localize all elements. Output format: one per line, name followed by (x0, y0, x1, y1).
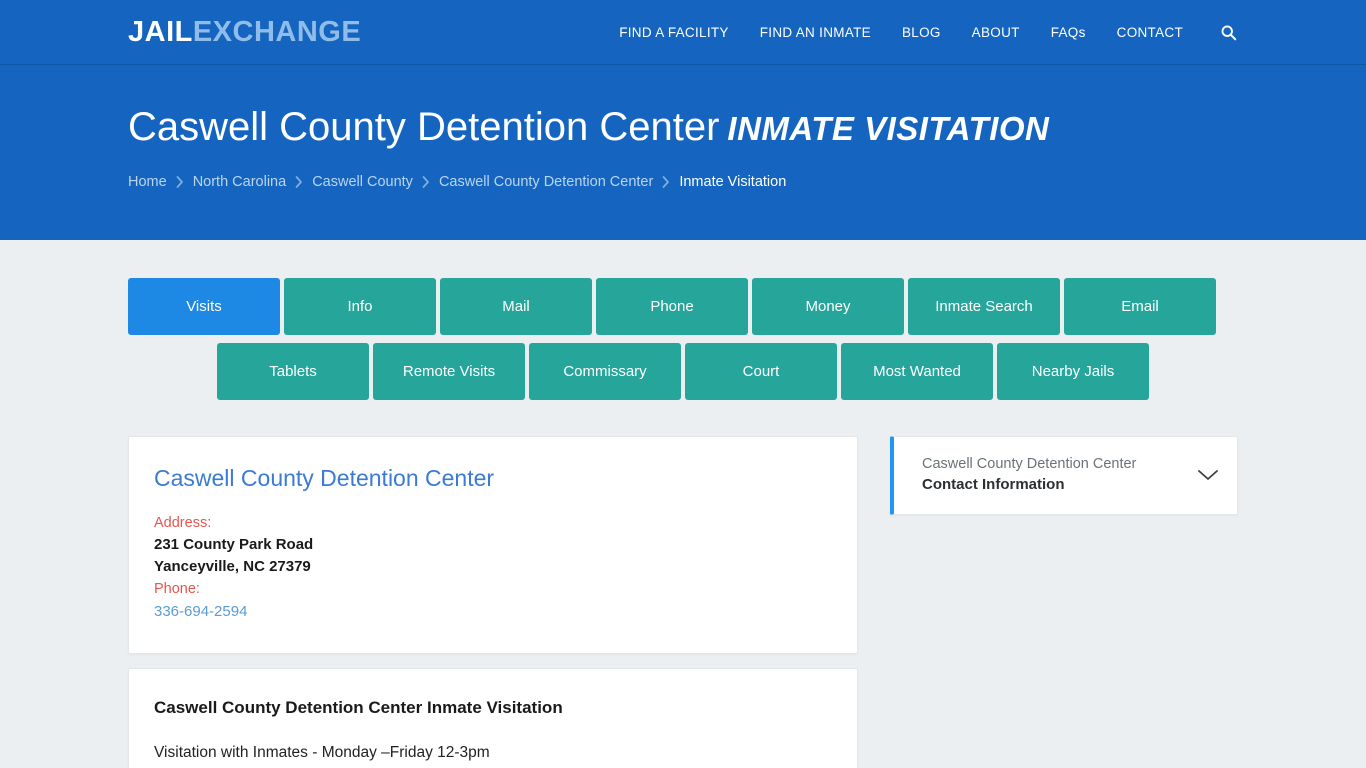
content-sidebar-column: Caswell County Detention Center Contact … (890, 436, 1238, 515)
contact-information-accordion[interactable]: Caswell County Detention Center Contact … (890, 436, 1238, 515)
nav-item-contact[interactable]: CONTACT (1117, 25, 1183, 40)
tab-phone[interactable]: Phone (596, 278, 748, 335)
breadcrumb-item-home[interactable]: Home (128, 174, 167, 190)
logo-text-primary: JAIL (128, 16, 193, 48)
tab-visits[interactable]: Visits (128, 278, 280, 335)
breadcrumb-item-caswell-county[interactable]: Caswell County (312, 174, 413, 190)
tab-info[interactable]: Info (284, 278, 436, 335)
page-title-section: INMATE VISITATION (727, 110, 1050, 147)
tab-nearby-jails[interactable]: Nearby Jails (997, 343, 1149, 400)
address-label: Address: (154, 514, 212, 531)
accordion-facility-name: Caswell County Detention Center (922, 456, 1137, 472)
tab-commissary[interactable]: Commissary (529, 343, 681, 400)
nav-item-about[interactable]: ABOUT (972, 25, 1020, 40)
chevron-right-icon (176, 176, 184, 188)
address-line-2: Yanceyville, NC 27379 (154, 558, 311, 576)
tab-money[interactable]: Money (752, 278, 904, 335)
chevron-down-icon[interactable] (1197, 468, 1219, 482)
nav-item-blog[interactable]: BLOG (902, 25, 941, 40)
breadcrumb: Home North Carolina Caswell County Caswe… (128, 174, 1238, 190)
accordion-label-group: Caswell County Detention Center Contact … (922, 455, 1136, 495)
nav-item-find-a-facility[interactable]: FIND A FACILITY (619, 25, 729, 40)
tab-remote-visits[interactable]: Remote Visits (373, 343, 525, 400)
chevron-right-icon (295, 176, 303, 188)
nav-item-find-an-inmate[interactable]: FIND AN INMATE (760, 25, 871, 40)
chevron-right-icon (662, 176, 670, 188)
tab-email[interactable]: Email (1064, 278, 1216, 335)
search-icon[interactable] (1218, 23, 1238, 43)
facility-info-card: Caswell County Detention Center Address:… (128, 436, 858, 654)
site-logo[interactable]: JAILEXCHANGE (128, 18, 361, 47)
facility-tabs: Visits Info Mail Phone Money Inmate Sear… (128, 240, 1238, 400)
accordion-title: Contact Information (922, 475, 1065, 493)
tab-court[interactable]: Court (685, 343, 837, 400)
chevron-right-icon (422, 176, 430, 188)
tab-most-wanted[interactable]: Most Wanted (841, 343, 993, 400)
visitation-details-card: Caswell County Detention Center Inmate V… (128, 667, 858, 768)
breadcrumb-item-facility[interactable]: Caswell County Detention Center (439, 174, 653, 190)
facility-tabs-row-1: Visits Info Mail Phone Money Inmate Sear… (128, 278, 1238, 335)
phone-label: Phone: (154, 581, 200, 598)
tab-tablets[interactable]: Tablets (217, 343, 369, 400)
address-line-1: 231 County Park Road (154, 536, 314, 554)
logo-text-secondary: EXCHANGE (192, 16, 362, 48)
phone-number-link[interactable]: 336-694-2594 (154, 601, 247, 623)
breadcrumb-item-north-carolina[interactable]: North Carolina (193, 174, 287, 190)
nav-item-faqs[interactable]: FAQs (1051, 25, 1086, 40)
breadcrumb-item-current: Inmate Visitation (679, 174, 787, 190)
tab-inmate-search[interactable]: Inmate Search (908, 278, 1060, 335)
facility-tabs-row-2: Tablets Remote Visits Commissary Court M… (128, 343, 1238, 400)
tab-mail[interactable]: Mail (440, 278, 592, 335)
page-title: Caswell County Detention Center INMATE VI… (128, 67, 1238, 149)
main-navigation: FIND A FACILITY FIND AN INMATE BLOG ABOU… (619, 23, 1238, 43)
site-header: JAILEXCHANGE FIND A FACILITY FIND AN INM… (0, 0, 1366, 65)
hero-banner: Caswell County Detention Center INMATE VI… (0, 65, 1366, 240)
facility-name-link[interactable]: Caswell County Detention Center (154, 465, 494, 493)
visitation-body-text: Visitation with Inmates - Monday –Friday… (154, 743, 490, 761)
page-title-facility: Caswell County Detention Center (128, 105, 720, 149)
main-content: Caswell County Detention Center Address:… (128, 400, 1238, 768)
content-primary-column: Caswell County Detention Center Address:… (128, 436, 858, 768)
visitation-heading: Caswell County Detention Center Inmate V… (154, 697, 563, 717)
